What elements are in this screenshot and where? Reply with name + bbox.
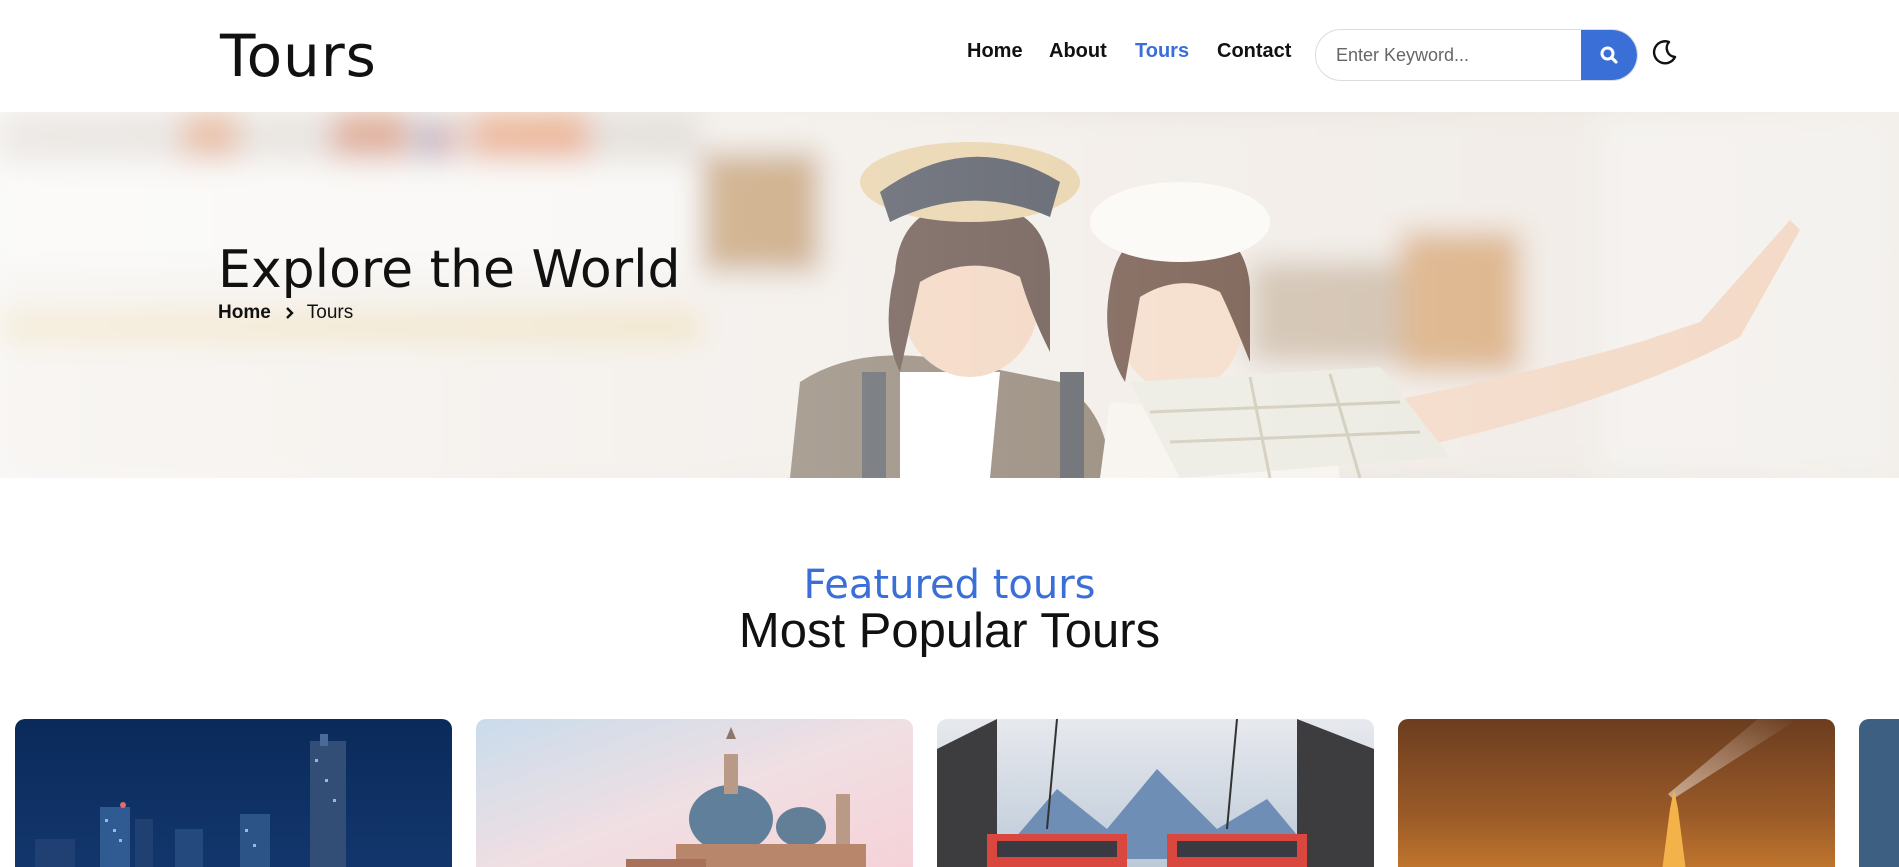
chevron-right-icon [285, 307, 294, 319]
section-subtitle: Featured tours [803, 562, 1096, 608]
search-box [1315, 29, 1638, 81]
nav-about[interactable]: About [1049, 40, 1107, 63]
search-input[interactable] [1316, 30, 1584, 80]
search-button[interactable] [1581, 30, 1637, 80]
nav-tours[interactable]: Tours [1135, 40, 1189, 63]
site-header: Tours Home About Tours Contact [0, 0, 1899, 112]
tour-card-image [1398, 719, 1835, 867]
tour-card-image [937, 719, 1374, 867]
breadcrumb-home-link[interactable]: Home [218, 302, 271, 324]
breadcrumb: Home Tours [218, 302, 353, 324]
tour-card-image [1859, 719, 1899, 867]
site-logo[interactable]: Tours [220, 22, 377, 90]
hero-banner: Explore the World Home Tours [0, 112, 1899, 478]
nav-contact[interactable]: Contact [1217, 40, 1291, 63]
tour-card[interactable] [1859, 719, 1899, 867]
tour-card-image [15, 719, 452, 867]
search-icon [1600, 46, 1618, 64]
breadcrumb-current: Tours [306, 302, 354, 323]
tour-card[interactable] [1398, 719, 1835, 867]
hero-title: Explore the World [218, 240, 681, 300]
nav-home[interactable]: Home [967, 40, 1023, 63]
tour-card-image [476, 719, 913, 867]
section-title: Most Popular Tours [738, 604, 1161, 658]
tour-card[interactable] [937, 719, 1374, 867]
tour-card[interactable] [15, 719, 452, 867]
moon-icon[interactable] [1650, 38, 1678, 66]
tour-card[interactable] [476, 719, 913, 867]
